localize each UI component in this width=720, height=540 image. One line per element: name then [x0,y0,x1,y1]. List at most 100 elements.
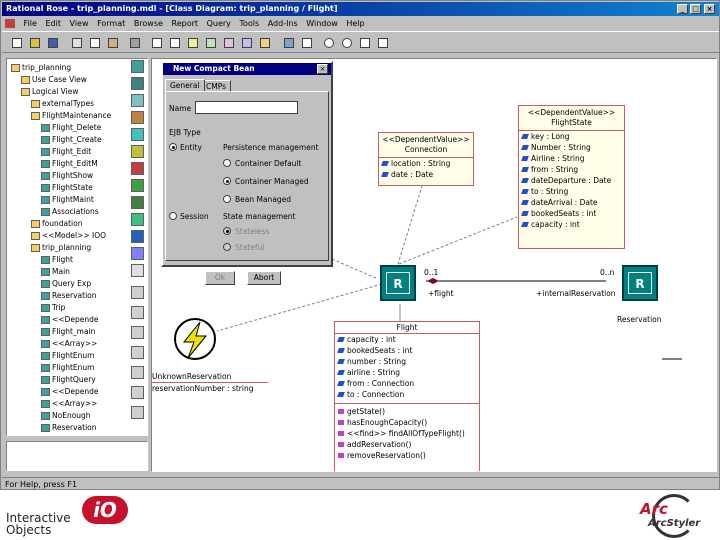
session-radio[interactable] [169,212,177,220]
anchor-tool-icon[interactable] [131,111,144,124]
tool-icon-e[interactable] [131,366,144,379]
cut-icon[interactable] [70,36,84,50]
package-tool-icon[interactable] [131,247,144,260]
tree-item[interactable]: <<Array>> [41,399,97,409]
browse-parent-icon[interactable] [300,36,314,50]
note-tool-icon[interactable] [131,94,144,107]
menu-help[interactable]: Help [343,17,367,30]
tree-item[interactable]: Trip [41,303,65,313]
zoom-in-icon[interactable] [322,36,336,50]
undo-fit-icon[interactable] [376,36,390,50]
tree-item[interactable]: Flight [41,255,73,265]
stateful-radio[interactable] [223,243,231,251]
menu-file[interactable]: File [21,17,40,30]
tool-icon-c[interactable] [131,326,144,339]
tree-item[interactable]: <<Model>> IOO [31,231,106,241]
tree-item[interactable]: Main [41,267,70,277]
selection-tool-icon[interactable] [131,60,144,73]
maximize-button[interactable]: □ [690,4,701,14]
exception-lightning-icon[interactable] [170,314,220,364]
class-tool-icon[interactable] [131,128,144,141]
tree-item[interactable]: Use Case View [21,75,87,85]
association-tool-icon[interactable] [131,162,144,175]
new-icon[interactable] [10,36,24,50]
tree-item[interactable]: Reservation [41,423,97,433]
tree-item[interactable]: FlightShow [41,171,93,181]
tree-item[interactable]: Flight_Create [41,135,102,145]
dialog-close-icon[interactable]: × [317,64,328,74]
save-icon[interactable] [46,36,60,50]
tree-item[interactable]: <<Depende [41,387,98,397]
documentation-window[interactable] [6,441,148,471]
tool-icon-a[interactable] [131,286,144,299]
stateless-radio[interactable] [223,227,231,235]
tree-item[interactable]: trip_planning [11,63,71,73]
help-icon[interactable] [150,36,164,50]
tree-item[interactable]: FlightMaintenance [31,111,111,121]
tree-item[interactable]: Associations [41,207,99,217]
tree-item[interactable]: trip_planning [31,243,91,253]
print-icon[interactable] [128,36,142,50]
tool-icon-f[interactable] [131,386,144,399]
name-input[interactable] [195,101,298,114]
flightstate-class[interactable]: <<DependentValue>> FlightState key : Lon… [518,105,625,249]
flight-entity-component[interactable]: R [380,265,416,301]
reservation-entity-component[interactable]: R [622,265,658,301]
browse-usecase-icon[interactable] [186,36,200,50]
flight-class[interactable]: Flight capacity : int bookedSeats : int … [334,321,480,471]
open-icon[interactable] [28,36,42,50]
minimize-button[interactable]: _ [677,4,688,14]
tree-item[interactable]: foundation [31,219,82,229]
container-default-radio[interactable] [223,159,231,167]
abort-button[interactable]: Abort [247,271,281,285]
container-managed-radio[interactable] [223,177,231,185]
browse-component-icon[interactable] [204,36,218,50]
menu-format[interactable]: Format [94,17,128,30]
tool-icon-d[interactable] [131,346,144,359]
generalization-tool-icon[interactable] [131,213,144,226]
tree-item[interactable]: externalTypes [31,99,94,109]
paste-icon[interactable] [106,36,120,50]
tree-item[interactable]: FlightMaint [41,195,94,205]
tab-general[interactable]: General [165,79,205,91]
menu-browse[interactable]: Browse [131,17,166,30]
close-button[interactable]: × [704,4,715,14]
tree-item[interactable]: Reservation [41,291,97,301]
tree-item[interactable]: Flight_Edit [41,147,91,157]
browse-interaction-icon[interactable] [240,36,254,50]
tree-item[interactable]: Query Exp [41,279,91,289]
tree-item[interactable]: Logical View [21,87,78,97]
browse-class-icon[interactable] [168,36,182,50]
text-tool-icon[interactable] [131,77,144,90]
ok-button[interactable]: Ok [205,271,235,285]
menu-report[interactable]: Report [169,17,202,30]
tree-item[interactable]: NoEnough [41,411,91,421]
tree-item[interactable]: FlightState [41,183,93,193]
tool-icon-b[interactable] [131,306,144,319]
tree-item[interactable]: FlightQuery [41,375,96,385]
tree-item[interactable]: Flight_main [41,327,95,337]
aggregation-tool-icon[interactable] [131,179,144,192]
pointer-icon[interactable] [131,264,144,277]
bean-managed-radio[interactable] [223,195,231,203]
menu-addins[interactable]: Add-Ins [265,17,301,30]
tree-item[interactable]: <<Array>> [41,339,97,349]
realize-tool-icon[interactable] [131,230,144,243]
menu-window[interactable]: Window [303,17,341,30]
entity-radio[interactable] [169,143,177,151]
tree-item[interactable]: Flight_Delete [41,123,101,133]
browse-previous-icon[interactable] [282,36,296,50]
unknownreservation-class[interactable]: UnknownReservation reservationNumber : s… [152,371,268,399]
tree-item[interactable]: FlightEnum [41,351,95,361]
menu-view[interactable]: View [67,17,92,30]
menu-tools[interactable]: Tools [236,17,262,30]
browse-state-icon[interactable] [258,36,272,50]
browse-deployment-icon[interactable] [222,36,236,50]
tree-item[interactable]: <<Depende [41,315,98,325]
zoom-out-icon[interactable] [340,36,354,50]
tree-item[interactable]: FlightEnum [41,363,95,373]
dependency-tool-icon[interactable] [131,196,144,209]
tree-item[interactable]: Flight_EditM [41,159,98,169]
interface-tool-icon[interactable] [131,145,144,158]
tool-icon-g[interactable] [131,406,144,419]
